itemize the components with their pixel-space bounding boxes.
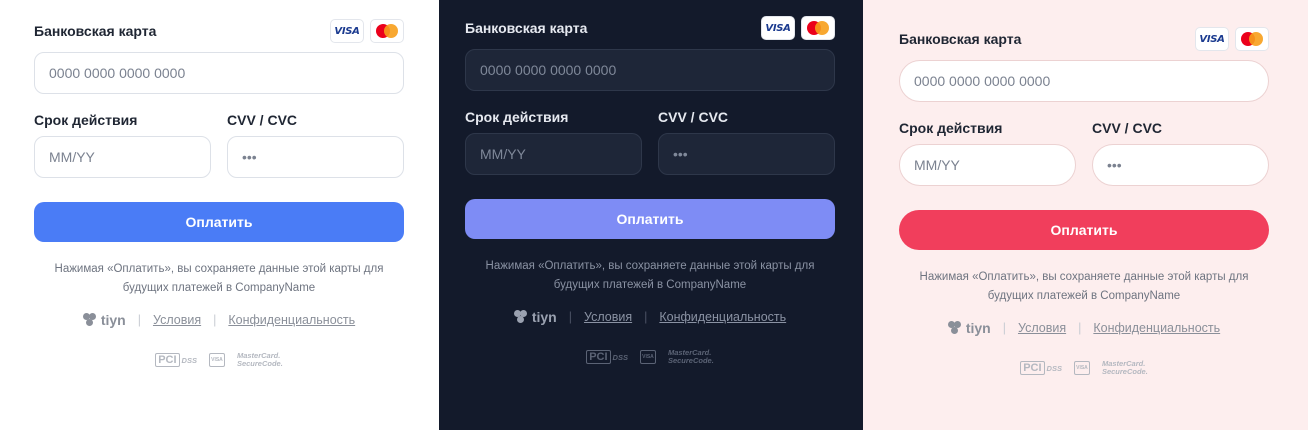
- mastercard-icon: [1235, 27, 1269, 51]
- cvv-label: CVV / CVC: [658, 109, 729, 125]
- security-seals: PCI DSS VISA MasterCard. SecureCode.: [34, 352, 404, 368]
- expiry-input[interactable]: MM/YY: [34, 136, 211, 178]
- expiry-input[interactable]: MM/YY: [465, 133, 642, 175]
- tiyn-logo: tiyn: [513, 309, 557, 325]
- pci-dss-icon: PCI DSS: [155, 353, 197, 367]
- footer-links: tiyn | Условия | Конфиденциальность: [465, 309, 835, 325]
- security-seals: PCI DSS VISA MasterCard. SecureCode.: [465, 349, 835, 365]
- tiyn-icon: [513, 310, 528, 324]
- terms-link[interactable]: Условия: [1018, 321, 1066, 335]
- expiry-label: Срок действия: [899, 120, 1003, 136]
- card-label: Банковская карта: [34, 23, 157, 39]
- save-card-note: Нажимая «Оплатить», вы сохраняете данные…: [485, 260, 815, 291]
- privacy-link[interactable]: Конфиденциальность: [1093, 321, 1220, 335]
- card-brands: VISA: [330, 19, 404, 43]
- payment-panel-pink: Банковская карта VISA 0000 0000 0000 000…: [863, 0, 1308, 430]
- save-card-note: Нажимая «Оплатить», вы сохраняете данные…: [919, 271, 1249, 302]
- payment-form: Банковская карта VISA 0000 0000 0000 000…: [899, 22, 1269, 376]
- payment-panel-light: Банковская карта VISA 0000 0000 0000 000…: [0, 0, 439, 430]
- card-number-input[interactable]: 0000 0000 0000 0000: [34, 52, 404, 94]
- cvv-label: CVV / CVC: [227, 112, 298, 128]
- cvv-input[interactable]: •••: [658, 133, 835, 175]
- card-number-input[interactable]: 0000 0000 0000 0000: [899, 60, 1269, 102]
- tiyn-logo: tiyn: [947, 320, 991, 336]
- card-brands: VISA: [761, 16, 835, 40]
- card-brands: VISA: [1195, 27, 1269, 51]
- pci-dss-icon: PCI DSS: [1020, 361, 1062, 375]
- footer-links: tiyn | Условия | Конфиденциальность: [34, 312, 404, 328]
- visa-icon: VISA: [1195, 27, 1229, 51]
- save-card-note: Нажимая «Оплатить», вы сохраняете данные…: [54, 263, 384, 294]
- expiry-input[interactable]: MM/YY: [899, 144, 1076, 186]
- privacy-link[interactable]: Конфиденциальность: [659, 310, 786, 324]
- mastercard-securecode-icon: MasterCard. SecureCode.: [667, 348, 714, 365]
- card-number-input[interactable]: 0000 0000 0000 0000: [465, 49, 835, 91]
- cvv-input[interactable]: •••: [227, 136, 404, 178]
- payment-form: Банковская карта VISA 0000 0000 0000 000…: [34, 14, 404, 368]
- pci-dss-icon: PCI DSS: [586, 350, 628, 364]
- tiyn-icon: [82, 313, 97, 327]
- visa-icon: VISA: [761, 16, 795, 40]
- pay-button[interactable]: Оплатить: [899, 210, 1269, 250]
- payment-panel-dark: Банковская карта VISA 0000 0000 0000 000…: [439, 0, 863, 430]
- card-label: Банковская карта: [465, 20, 588, 36]
- expiry-label: Срок действия: [34, 112, 138, 128]
- visa-secure-icon: VISA: [1073, 361, 1090, 375]
- privacy-link[interactable]: Конфиденциальность: [228, 313, 355, 327]
- mastercard-icon: [370, 19, 404, 43]
- card-label: Банковская карта: [899, 31, 1022, 47]
- payment-form: Банковская карта VISA 0000 0000 0000 000…: [465, 11, 835, 365]
- visa-secure-icon: VISA: [208, 353, 225, 367]
- visa-icon: VISA: [330, 19, 364, 43]
- pay-button[interactable]: Оплатить: [465, 199, 835, 239]
- mastercard-securecode-icon: MasterCard. SecureCode.: [236, 351, 283, 368]
- tiyn-icon: [947, 321, 962, 335]
- cvv-input[interactable]: •••: [1092, 144, 1269, 186]
- expiry-label: Срок действия: [465, 109, 569, 125]
- visa-secure-icon: VISA: [639, 350, 656, 364]
- security-seals: PCI DSS VISA MasterCard. SecureCode.: [899, 360, 1269, 376]
- tiyn-logo: tiyn: [82, 312, 126, 328]
- mastercard-securecode-icon: MasterCard. SecureCode.: [1101, 359, 1148, 376]
- cvv-label: CVV / CVC: [1092, 120, 1163, 136]
- mastercard-icon: [801, 16, 835, 40]
- footer-links: tiyn | Условия | Конфиденциальность: [899, 320, 1269, 336]
- terms-link[interactable]: Условия: [584, 310, 632, 324]
- terms-link[interactable]: Условия: [153, 313, 201, 327]
- pay-button[interactable]: Оплатить: [34, 202, 404, 242]
